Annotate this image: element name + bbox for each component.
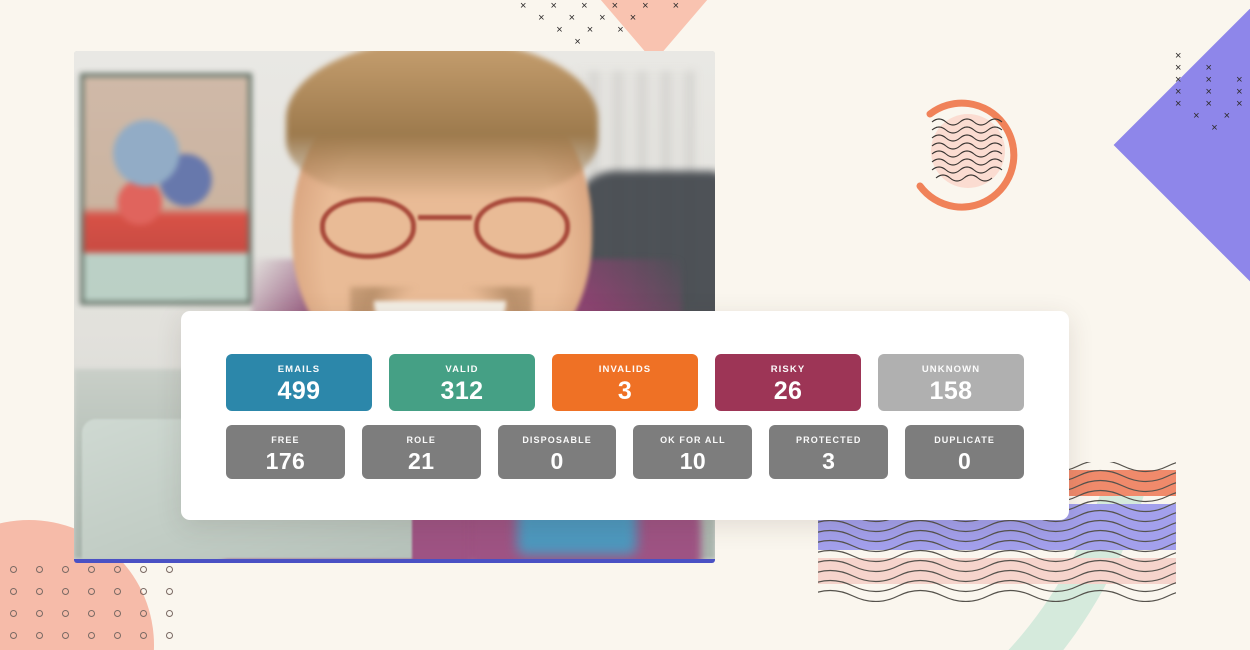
stat-label: INVALIDS — [598, 364, 652, 375]
stat-card-duplicate[interactable]: DUPLICATE 0 — [905, 425, 1024, 479]
grid-dot-icon — [114, 632, 121, 639]
stat-card-invalids[interactable]: INVALIDS 3 — [552, 354, 698, 411]
stat-value: 0 — [550, 448, 564, 474]
grid-dot-icon — [36, 588, 43, 595]
grid-dot-icon — [10, 610, 17, 617]
x-marks-right-decoration: × × × × × × × × × × × × × × × — [1175, 50, 1249, 134]
grid-dot-icon — [88, 588, 95, 595]
stat-value: 176 — [265, 448, 306, 474]
wave-circle-emblem-icon — [892, 78, 1037, 223]
stat-value: 10 — [679, 448, 707, 474]
grid-dot-icon — [10, 632, 17, 639]
dot-grid-row — [10, 588, 173, 595]
primary-stats-row: EMAILS 499 VALID 312 INVALIDS 3 RISKY 26 UNKNOWN… — [226, 354, 1024, 411]
stat-value: 21 — [408, 448, 435, 474]
stat-label: OK FOR ALL — [660, 435, 726, 445]
grid-dot-icon — [114, 610, 121, 617]
photo-person-hair — [286, 51, 598, 199]
grid-dot-icon — [140, 588, 147, 595]
dot-grid-row — [10, 610, 173, 617]
stat-value: 158 — [929, 377, 973, 405]
stat-value: 0 — [957, 448, 972, 474]
grid-dot-icon — [166, 610, 173, 617]
grid-dot-icon — [36, 610, 43, 617]
x-marks-top-decoration: × × × × × × × × × × × × × × — [520, 0, 686, 48]
grid-dot-icon — [10, 566, 17, 573]
stat-card-protected[interactable]: PROTECTED 3 — [769, 425, 889, 479]
photo-wall-poster — [80, 73, 252, 305]
stat-label: VALID — [445, 364, 479, 375]
grid-dot-icon — [140, 566, 147, 573]
stat-card-valid[interactable]: VALID 312 — [389, 354, 535, 411]
stat-card-unknown[interactable]: UNKNOWN 158 — [878, 354, 1024, 411]
grid-dot-icon — [166, 566, 173, 573]
grid-dot-icon — [166, 588, 173, 595]
grid-dot-icon — [36, 632, 43, 639]
stat-label: FREE — [271, 435, 300, 445]
stat-label: PROTECTED — [796, 435, 862, 445]
purple-diamond-decoration — [1113, 3, 1250, 287]
stat-value: 3 — [617, 377, 633, 405]
stat-card-emails[interactable]: EMAILS 499 — [226, 354, 372, 411]
dot-grid-row — [10, 632, 173, 639]
stat-card-role[interactable]: ROLE 21 — [361, 425, 481, 479]
secondary-stats-row: FREE 176 ROLE 21 DISPOSABLE 0 OK FOR ALL 10 PROT… — [226, 425, 1024, 479]
stat-label: DUPLICATE — [934, 435, 995, 445]
glasses-left-lens — [320, 197, 416, 259]
grid-dot-icon — [36, 566, 43, 573]
page-root: × × × × × × × × × × × × × × × × × × × × … — [0, 0, 1250, 650]
stat-value: 26 — [773, 377, 803, 405]
stat-card-free[interactable]: FREE 176 — [226, 425, 345, 479]
stat-label: RISKY — [770, 364, 806, 375]
dot-grid-row — [10, 566, 173, 573]
grid-dot-icon — [10, 588, 17, 595]
grid-dot-icon — [140, 610, 147, 617]
stat-label: ROLE — [406, 435, 436, 445]
grid-dot-icon — [114, 566, 121, 573]
stat-value: 312 — [440, 377, 484, 405]
dot-grid-decoration — [10, 566, 173, 650]
stat-card-ok-for-all[interactable]: OK FOR ALL 10 — [633, 425, 753, 479]
glasses-bridge — [418, 215, 472, 220]
grid-dot-icon — [140, 632, 147, 639]
glasses-right-lens — [474, 197, 570, 259]
stat-card-risky[interactable]: RISKY 26 — [715, 354, 861, 411]
grid-dot-icon — [62, 588, 69, 595]
photo-person-glasses — [314, 197, 576, 259]
grid-dot-icon — [166, 632, 173, 639]
grid-dot-icon — [62, 566, 69, 573]
verification-results-panel: EMAILS 499 VALID 312 INVALIDS 3 RISKY 26 UNKNOWN… — [181, 311, 1069, 520]
grid-dot-icon — [62, 632, 69, 639]
stat-card-disposable[interactable]: DISPOSABLE 0 — [497, 425, 617, 479]
grid-dot-icon — [62, 610, 69, 617]
grid-dot-icon — [114, 588, 121, 595]
stat-label: DISPOSABLE — [522, 435, 592, 445]
grid-dot-icon — [88, 566, 95, 573]
stat-label: EMAILS — [277, 364, 321, 375]
stat-value: 3 — [822, 448, 836, 474]
stat-label: UNKNOWN — [921, 364, 981, 375]
grid-dot-icon — [88, 610, 95, 617]
stat-value: 499 — [277, 377, 321, 405]
grid-dot-icon — [88, 632, 95, 639]
